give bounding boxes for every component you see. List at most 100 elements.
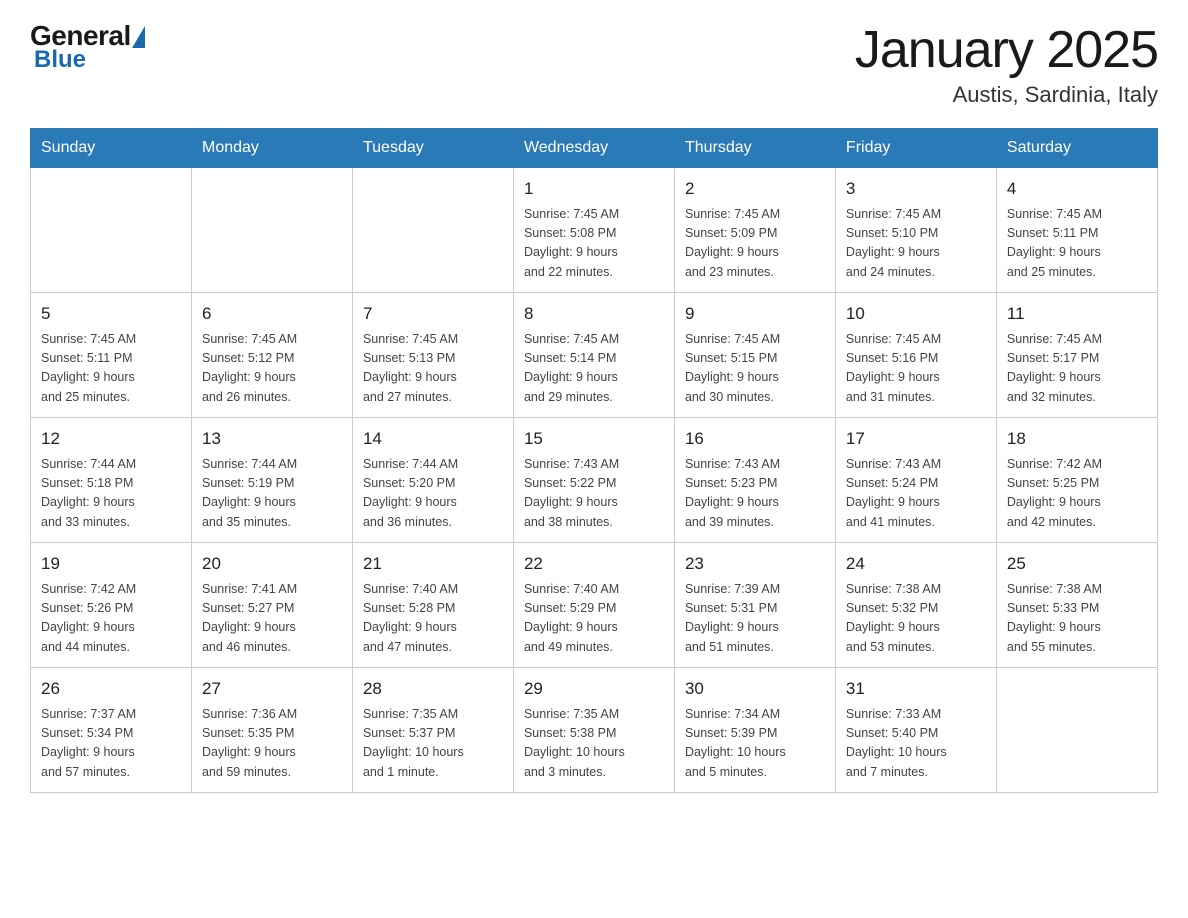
calendar-cell bbox=[31, 168, 192, 293]
day-info: Sunrise: 7:45 AMSunset: 5:16 PMDaylight:… bbox=[846, 330, 986, 408]
day-number: 10 bbox=[846, 301, 986, 327]
calendar-cell: 14 Sunrise: 7:44 AMSunset: 5:20 PMDayligh… bbox=[352, 418, 513, 543]
day-info: Sunrise: 7:43 AMSunset: 5:24 PMDaylight:… bbox=[846, 455, 986, 533]
calendar-cell: 7 Sunrise: 7:45 AMSunset: 5:13 PMDaylight… bbox=[352, 293, 513, 418]
day-number: 15 bbox=[524, 426, 664, 452]
day-number: 29 bbox=[524, 676, 664, 702]
day-number: 30 bbox=[685, 676, 825, 702]
day-number: 14 bbox=[363, 426, 503, 452]
day-number: 13 bbox=[202, 426, 342, 452]
calendar-cell: 21 Sunrise: 7:40 AMSunset: 5:28 PMDayligh… bbox=[352, 543, 513, 668]
calendar-cell: 13 Sunrise: 7:44 AMSunset: 5:19 PMDayligh… bbox=[191, 418, 352, 543]
day-number: 23 bbox=[685, 551, 825, 577]
calendar-cell: 4 Sunrise: 7:45 AMSunset: 5:11 PMDaylight… bbox=[996, 168, 1157, 293]
calendar-cell: 19 Sunrise: 7:42 AMSunset: 5:26 PMDayligh… bbox=[31, 543, 192, 668]
day-info: Sunrise: 7:43 AMSunset: 5:23 PMDaylight:… bbox=[685, 455, 825, 533]
day-info: Sunrise: 7:44 AMSunset: 5:19 PMDaylight:… bbox=[202, 455, 342, 533]
logo: General ▮ Blue bbox=[30, 20, 145, 74]
calendar-cell: 30Sunrise: 7:34 AMSunset: 5:39 PMDayligh… bbox=[674, 668, 835, 793]
day-number: 21 bbox=[363, 551, 503, 577]
calendar-cell bbox=[352, 168, 513, 293]
day-info: Sunrise: 7:41 AMSunset: 5:27 PMDaylight:… bbox=[202, 580, 342, 658]
day-number: 4 bbox=[1007, 176, 1147, 202]
day-number: 6 bbox=[202, 301, 342, 327]
day-info: Sunrise: 7:45 AMSunset: 5:12 PMDaylight:… bbox=[202, 330, 342, 408]
calendar-cell: 22Sunrise: 7:40 AMSunset: 5:29 PMDayligh… bbox=[513, 543, 674, 668]
col-saturday: Saturday bbox=[996, 129, 1157, 168]
col-sunday: Sunday bbox=[31, 129, 192, 168]
calendar-cell bbox=[996, 668, 1157, 793]
day-number: 5 bbox=[41, 301, 181, 327]
calendar-cell: 20 Sunrise: 7:41 AMSunset: 5:27 PMDayligh… bbox=[191, 543, 352, 668]
day-number: 8 bbox=[524, 301, 664, 327]
day-number: 27 bbox=[202, 676, 342, 702]
calendar-cell: 26Sunrise: 7:37 AMSunset: 5:34 PMDayligh… bbox=[31, 668, 192, 793]
col-monday: Monday bbox=[191, 129, 352, 168]
col-wednesday: Wednesday bbox=[513, 129, 674, 168]
calendar-cell bbox=[191, 168, 352, 293]
calendar-week-row: 5Sunrise: 7:45 AMSunset: 5:11 PMDaylight… bbox=[31, 293, 1158, 418]
day-number: 19 bbox=[41, 551, 181, 577]
calendar-week-row: 12Sunrise: 7:44 AMSunset: 5:18 PMDayligh… bbox=[31, 418, 1158, 543]
day-info: Sunrise: 7:35 AMSunset: 5:37 PMDaylight:… bbox=[363, 705, 503, 783]
day-number: 25 bbox=[1007, 551, 1147, 577]
day-number: 2 bbox=[685, 176, 825, 202]
day-info: Sunrise: 7:36 AMSunset: 5:35 PMDaylight:… bbox=[202, 705, 342, 783]
day-number: 26 bbox=[41, 676, 181, 702]
day-info: Sunrise: 7:45 AMSunset: 5:11 PMDaylight:… bbox=[1007, 205, 1147, 283]
calendar-cell: 29 Sunrise: 7:35 AMSunset: 5:38 PMDayligh… bbox=[513, 668, 674, 793]
calendar-cell: 24 Sunrise: 7:38 AMSunset: 5:32 PMDayligh… bbox=[835, 543, 996, 668]
col-tuesday: Tuesday bbox=[352, 129, 513, 168]
day-number: 24 bbox=[846, 551, 986, 577]
logo-subtitle: Blue bbox=[32, 46, 86, 74]
day-number: 1 bbox=[524, 176, 664, 202]
day-info: Sunrise: 7:45 AMSunset: 5:17 PMDaylight:… bbox=[1007, 330, 1147, 408]
calendar-cell: 31Sunrise: 7:33 AMSunset: 5:40 PMDayligh… bbox=[835, 668, 996, 793]
calendar-cell: 17 Sunrise: 7:43 AMSunset: 5:24 PMDayligh… bbox=[835, 418, 996, 543]
calendar-header-row: Sunday Monday Tuesday Wednesday Thursday… bbox=[31, 129, 1158, 168]
day-info: Sunrise: 7:45 AMSunset: 5:08 PMDaylight:… bbox=[524, 205, 664, 283]
calendar-cell: 8 Sunrise: 7:45 AMSunset: 5:14 PMDaylight… bbox=[513, 293, 674, 418]
col-thursday: Thursday bbox=[674, 129, 835, 168]
calendar-week-row: 26Sunrise: 7:37 AMSunset: 5:34 PMDayligh… bbox=[31, 668, 1158, 793]
day-number: 17 bbox=[846, 426, 986, 452]
day-info: Sunrise: 7:45 AMSunset: 5:10 PMDaylight:… bbox=[846, 205, 986, 283]
calendar-cell: 25Sunrise: 7:38 AMSunset: 5:33 PMDayligh… bbox=[996, 543, 1157, 668]
calendar-week-row: 19 Sunrise: 7:42 AMSunset: 5:26 PMDayligh… bbox=[31, 543, 1158, 668]
calendar-cell: 28 Sunrise: 7:35 AMSunset: 5:37 PMDayligh… bbox=[352, 668, 513, 793]
calendar-cell: 3 Sunrise: 7:45 AMSunset: 5:10 PMDaylight… bbox=[835, 168, 996, 293]
day-info: Sunrise: 7:45 AMSunset: 5:09 PMDaylight:… bbox=[685, 205, 825, 283]
calendar-cell: 18Sunrise: 7:42 AMSunset: 5:25 PMDayligh… bbox=[996, 418, 1157, 543]
title-block: January 2025 Austis, Sardinia, Italy bbox=[855, 20, 1158, 108]
day-number: 11 bbox=[1007, 301, 1147, 327]
day-info: Sunrise: 7:44 AMSunset: 5:18 PMDaylight:… bbox=[41, 455, 181, 533]
day-info: Sunrise: 7:38 AMSunset: 5:32 PMDaylight:… bbox=[846, 580, 986, 658]
calendar-subtitle: Austis, Sardinia, Italy bbox=[855, 82, 1158, 108]
day-number: 7 bbox=[363, 301, 503, 327]
day-info: Sunrise: 7:42 AMSunset: 5:25 PMDaylight:… bbox=[1007, 455, 1147, 533]
logo-triangle-icon bbox=[132, 26, 145, 48]
calendar-title: January 2025 bbox=[855, 20, 1158, 80]
day-number: 16 bbox=[685, 426, 825, 452]
day-info: Sunrise: 7:40 AMSunset: 5:29 PMDaylight:… bbox=[524, 580, 664, 658]
day-number: 20 bbox=[202, 551, 342, 577]
day-info: Sunrise: 7:44 AMSunset: 5:20 PMDaylight:… bbox=[363, 455, 503, 533]
day-number: 3 bbox=[846, 176, 986, 202]
col-friday: Friday bbox=[835, 129, 996, 168]
calendar-cell: 23Sunrise: 7:39 AMSunset: 5:31 PMDayligh… bbox=[674, 543, 835, 668]
day-info: Sunrise: 7:40 AMSunset: 5:28 PMDaylight:… bbox=[363, 580, 503, 658]
day-info: Sunrise: 7:45 AMSunset: 5:15 PMDaylight:… bbox=[685, 330, 825, 408]
day-info: Sunrise: 7:45 AMSunset: 5:14 PMDaylight:… bbox=[524, 330, 664, 408]
day-info: Sunrise: 7:45 AMSunset: 5:13 PMDaylight:… bbox=[363, 330, 503, 408]
calendar-cell: 11 Sunrise: 7:45 AMSunset: 5:17 PMDayligh… bbox=[996, 293, 1157, 418]
day-info: Sunrise: 7:42 AMSunset: 5:26 PMDaylight:… bbox=[41, 580, 181, 658]
calendar-cell: 27 Sunrise: 7:36 AMSunset: 5:35 PMDayligh… bbox=[191, 668, 352, 793]
day-info: Sunrise: 7:35 AMSunset: 5:38 PMDaylight:… bbox=[524, 705, 664, 783]
calendar-cell: 12Sunrise: 7:44 AMSunset: 5:18 PMDayligh… bbox=[31, 418, 192, 543]
calendar-cell: 1 Sunrise: 7:45 AMSunset: 5:08 PMDaylight… bbox=[513, 168, 674, 293]
calendar-cell: 10 Sunrise: 7:45 AMSunset: 5:16 PMDayligh… bbox=[835, 293, 996, 418]
day-number: 28 bbox=[363, 676, 503, 702]
calendar-cell: 6 Sunrise: 7:45 AMSunset: 5:12 PMDaylight… bbox=[191, 293, 352, 418]
day-info: Sunrise: 7:43 AMSunset: 5:22 PMDaylight:… bbox=[524, 455, 664, 533]
day-number: 9 bbox=[685, 301, 825, 327]
